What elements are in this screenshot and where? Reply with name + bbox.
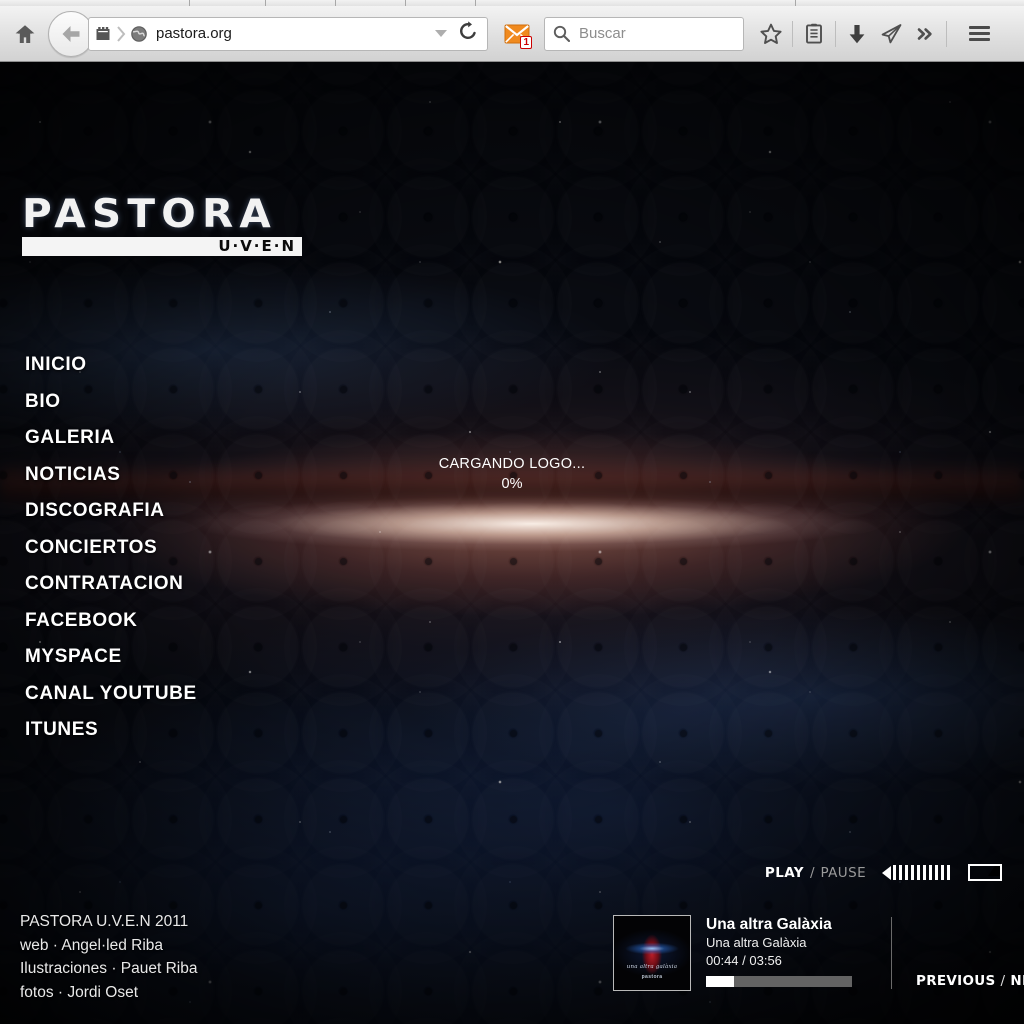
search-icon [553,25,570,42]
nav-item-itunes[interactable]: ITUNES [25,717,197,754]
site-navigation: INICIO BIO GALERIA NOTICIAS DISCOGRAFIA CONCI… [25,352,197,754]
home-icon[interactable] [8,17,42,51]
toolbar-divider-2 [835,20,836,47]
credit-line: PASTORA U.V.E.N 2011 [20,913,189,930]
credit-line: Ilustraciones · Pauet Riba [20,960,198,977]
previous-button[interactable]: PREVIOUS [916,973,996,989]
logo-subtitle: U·V·E·N [218,237,296,255]
now-playing-panel: una altra galàxia pastora Una altra Galà… [613,915,1024,991]
reading-list-icon[interactable] [797,17,831,51]
loading-message: CARGANDO LOGO... [438,456,586,472]
nav-item-contratacion[interactable]: CONTRATACION [25,571,197,608]
nav-item-conciertos[interactable]: CONCIERTOS [25,535,197,572]
paper-plane-icon[interactable] [874,17,908,51]
logo-wordmark: PASTORA [22,192,278,237]
nav-item-myspace[interactable]: MYSPACE [25,644,197,681]
track-title: Una altra Galàxia [706,916,832,933]
chevron-right-icon [117,25,126,42]
star-icon[interactable] [754,17,788,51]
url-bar-icons [93,24,149,44]
nav-item-facebook[interactable]: FACEBOOK [25,608,197,645]
toolbar-divider [792,20,793,47]
nav-item-discografia[interactable]: DISCOGRAFIA [25,498,197,535]
toolbar-right-icons [754,17,997,51]
play-button[interactable]: PLAY [765,865,804,881]
album-cover-title: una altra galàxia [626,964,678,970]
volume-bar[interactable] [911,865,914,880]
nav-item-bio[interactable]: BIO [25,389,197,426]
loading-percent: 0% [501,476,523,492]
album-cover[interactable]: una altra galàxia pastora [613,915,691,991]
resize-handle-icon[interactable] [968,864,1002,881]
volume-slider[interactable] [882,865,952,880]
logo-subtitle-bar: U·V·E·N [22,237,302,256]
reload-icon[interactable] [457,20,479,47]
nav-item-inicio[interactable]: INICIO [25,352,197,389]
site-credits: PASTORA U.V.E.N 2011 web · Angel·led Riba… [20,910,197,1004]
credit-line: web · Angel·led Riba [20,936,164,954]
next-button[interactable]: NEXT [1010,973,1024,989]
prev-next-controls: PREVIOUS / NEXT [916,973,1024,989]
volume-bar[interactable] [893,865,896,880]
globe-favicon [131,25,147,42]
search-input[interactable]: Buscar [544,16,744,51]
mail-icon[interactable]: 1 [500,17,534,51]
volume-bar[interactable] [917,865,920,880]
mail-unread-badge: 1 [520,35,532,49]
site-logo[interactable]: PASTORA U·V·E·N [22,195,302,256]
volume-bar[interactable] [947,865,950,880]
volume-bar[interactable] [899,865,902,880]
toolbar-divider-3 [946,20,947,47]
track-progress-fill [706,976,734,987]
player-transport: PLAY / PAUSE [765,864,1002,881]
search-placeholder: Buscar [579,25,626,42]
browser-window: pastora.org 1 Buscar PASTORA U·V·E·N INI… [0,0,1024,1024]
panel-divider [891,917,892,989]
nav-item-canal-youtube[interactable]: CANAL YOUTUBE [25,681,197,718]
credit-line: fotos · Jordi Oset [20,983,139,1001]
url-text[interactable]: pastora.org [156,25,435,42]
chevron-down-icon[interactable] [435,30,447,37]
volume-bar[interactable] [941,865,944,880]
transport-separator: / [809,864,815,881]
page-content: PASTORA U·V·E·N INICIO BIO GALERIA NOTICIAS… [0,62,1024,1024]
volume-bar[interactable] [905,865,908,880]
track-time: 00:44 / 03:56 [706,953,782,968]
page-icon [96,26,110,40]
track-album: Una altra Galàxia [706,935,807,950]
volume-bar[interactable] [935,865,938,880]
browser-toolbar: pastora.org 1 Buscar [0,6,1024,62]
album-cover-artist: pastora [641,974,663,980]
double-chevron-right-icon[interactable] [908,17,942,51]
download-arrow-icon[interactable] [840,17,874,51]
pause-button[interactable]: PAUSE [821,865,867,881]
loading-indicator: CARGANDO LOGO... 0% [0,456,1024,492]
hamburger-menu-icon[interactable] [961,17,997,51]
track-info: Una altra Galàxia Una altra Galàxia 00:4… [706,915,871,987]
url-bar[interactable]: pastora.org [88,16,488,51]
speaker-icon [882,865,891,880]
prev-next-separator: / [1000,973,1006,989]
volume-bar[interactable] [923,865,926,880]
volume-bar[interactable] [929,865,932,880]
track-progress-bar[interactable] [706,976,852,987]
